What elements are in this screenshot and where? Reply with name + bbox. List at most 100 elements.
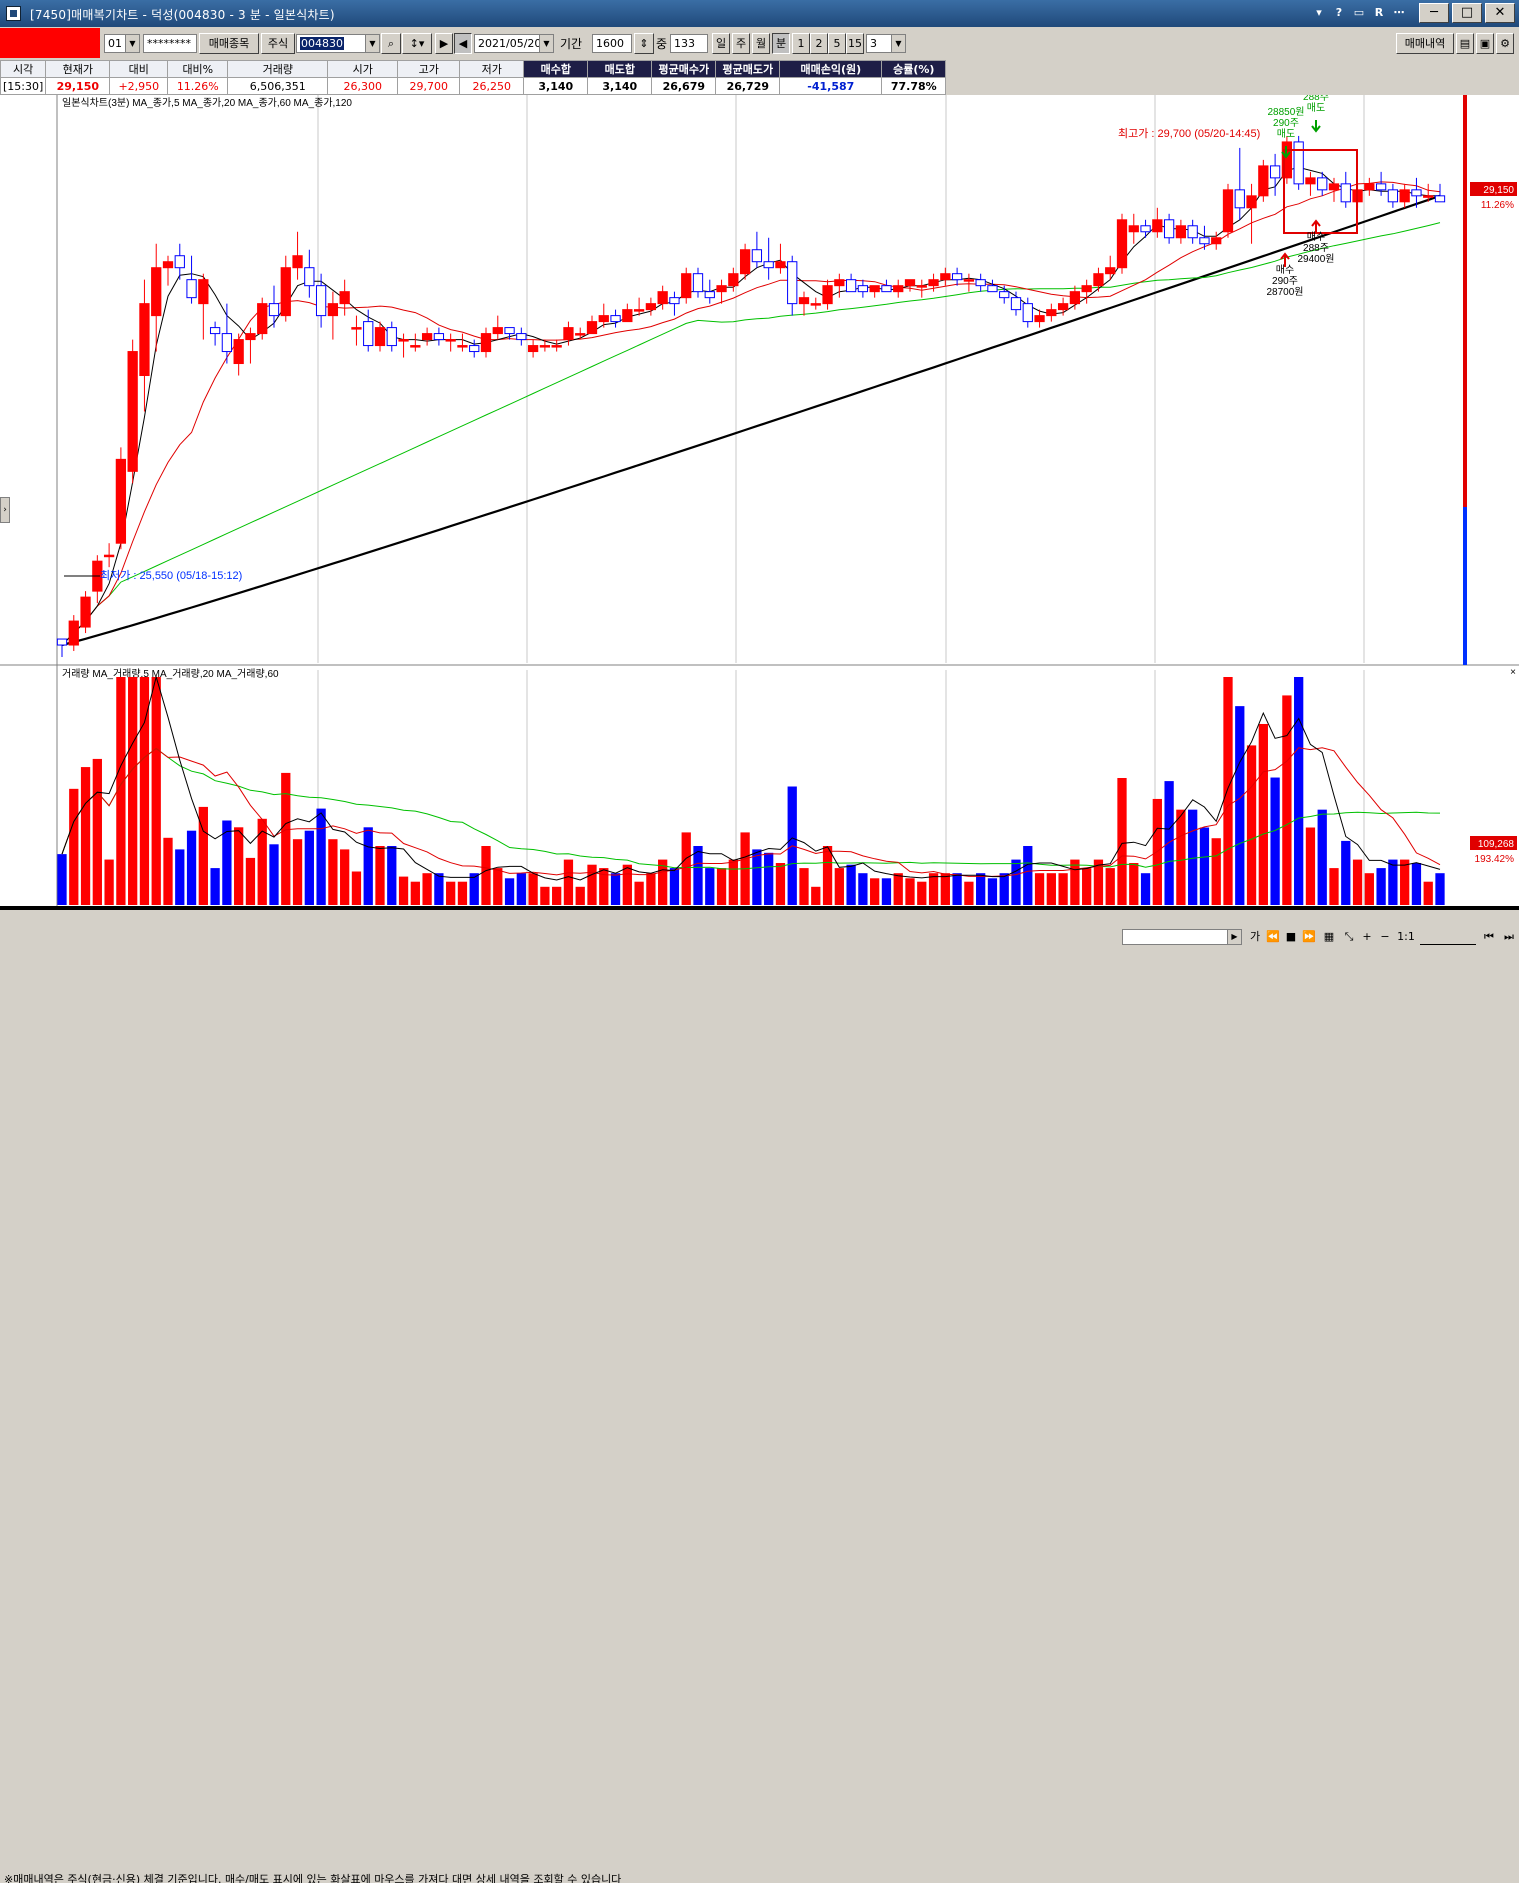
volume-bar — [917, 881, 927, 905]
stock-code-input[interactable]: 004830 ▼ — [296, 34, 380, 53]
vol-pct-label: 193.42% — [1475, 854, 1515, 865]
volume-bar — [151, 677, 161, 905]
x-axis-bar — [0, 906, 1519, 924]
volume-bar — [1411, 863, 1422, 905]
candle-body — [575, 333, 586, 336]
price-volume-chart[interactable]: 5/20101112131415최고가 : 29,700 (05/20-14:4… — [0, 92, 1519, 924]
candle-body — [304, 267, 315, 287]
period-button-5[interactable]: 5 — [828, 33, 846, 54]
volume-bar — [1011, 859, 1021, 905]
trade-annotation-text: 28850원 — [1267, 106, 1304, 118]
sort-icon[interactable]: ↕▾ — [402, 33, 432, 54]
expand-panel-button[interactable]: › — [0, 497, 10, 523]
volume-bar — [646, 873, 656, 905]
search-icon[interactable]: ⌕ — [381, 33, 401, 54]
zoom-in-icon[interactable]: + — [1358, 929, 1376, 945]
volume-bar — [693, 846, 703, 905]
first-page-icon[interactable]: ⏮ — [1480, 929, 1498, 945]
market-select[interactable]: 주식 — [261, 33, 295, 54]
candle-body — [975, 279, 986, 287]
close-button[interactable]: ✕ — [1485, 3, 1515, 23]
folder-icon[interactable]: ▤ — [1456, 33, 1474, 54]
zoom-slider[interactable] — [1420, 929, 1476, 945]
grid-icon[interactable]: ▦ — [1320, 929, 1338, 945]
scroll-right-icon[interactable]: ▶ — [1227, 930, 1241, 944]
settings-icon[interactable]: ⚙ — [1496, 33, 1514, 54]
back-icon[interactable]: ◀ — [454, 33, 472, 54]
fast-forward-icon[interactable]: ⏩ — [1300, 929, 1318, 945]
last-page-icon[interactable]: ⏭ — [1500, 929, 1518, 945]
stop-icon[interactable]: ■ — [1282, 929, 1300, 945]
password-field[interactable]: ******** — [143, 34, 197, 53]
account-select[interactable]: 01 ▼ — [104, 34, 140, 53]
scale-label: 1:1 — [1397, 930, 1415, 943]
chevron-down-icon[interactable]: ▼ — [891, 35, 905, 52]
candle-body — [904, 279, 916, 287]
chevron-down-icon[interactable]: ▼ — [539, 35, 553, 52]
volume-bar — [528, 873, 538, 905]
candle-body — [351, 327, 362, 330]
volume-legend: 거래량 MA_거래량,5 MA_거래량,20 MA_거래량,60 — [62, 668, 279, 680]
candle-body — [1387, 189, 1399, 203]
trade-history-button[interactable]: 매매내역 — [1396, 33, 1454, 54]
volume-bar — [1211, 838, 1221, 905]
candle-body — [539, 345, 551, 348]
quote-header: 시각 — [0, 60, 47, 78]
candle-body — [280, 267, 291, 317]
volume-bar — [940, 873, 950, 905]
pin-icon[interactable]: ▾ — [1311, 4, 1327, 22]
period-button-15[interactable]: 15 — [846, 33, 864, 54]
volume-bar — [575, 886, 585, 905]
candle-body — [103, 554, 115, 558]
zoom-auto-icon[interactable]: ⤡ — [1340, 929, 1358, 945]
date-picker[interactable]: 2021/05/20 ▼ — [474, 34, 554, 53]
more-icon[interactable]: ⋯ — [1391, 4, 1407, 22]
candle-body — [363, 321, 374, 347]
period-button-월[interactable]: 월 — [752, 33, 770, 54]
candle-body — [139, 303, 150, 377]
period-button-일[interactable]: 일 — [712, 33, 730, 54]
zoom-out-icon[interactable]: − — [1376, 929, 1394, 945]
trade-stock-button[interactable]: 매매종목 — [199, 33, 259, 54]
maximize-button[interactable]: □ — [1452, 3, 1482, 23]
minimize-button[interactable]: ─ — [1419, 3, 1449, 23]
candle-body — [221, 333, 233, 353]
candle-body — [115, 458, 127, 544]
fast-back-icon[interactable]: ⏪ — [1264, 929, 1282, 945]
restore-layout-icon[interactable]: ▭ — [1351, 4, 1367, 22]
period-input[interactable]: 1600 — [592, 34, 632, 53]
low-price-note: 최저가 : 25,550 (05/18-15:12) — [100, 569, 242, 582]
volume-bar — [269, 844, 279, 905]
price-label: 29,150 — [1483, 185, 1514, 196]
volume-bar — [1070, 859, 1080, 905]
spin-icon[interactable]: ⇕ — [634, 33, 654, 54]
trade-annotation-text: 288주 — [1303, 95, 1329, 103]
period-button-주[interactable]: 주 — [732, 33, 750, 54]
candle-body — [610, 315, 621, 323]
volume-bar — [716, 868, 727, 905]
candle-body — [516, 333, 527, 341]
save-icon[interactable]: ▣ — [1476, 33, 1494, 54]
refresh-icon[interactable]: R — [1371, 4, 1387, 22]
help-icon[interactable]: ? — [1331, 4, 1347, 22]
horizontal-scrollbar[interactable]: ▶ — [1122, 929, 1242, 945]
candle-body — [645, 303, 657, 311]
candle-body — [315, 285, 327, 317]
period-button-분[interactable]: 분 — [772, 33, 790, 54]
period-button-2[interactable]: 2 — [810, 33, 828, 54]
text-icon[interactable]: 가 — [1246, 929, 1264, 945]
candle-body — [374, 327, 386, 347]
period-button-1[interactable]: 1 — [792, 33, 810, 54]
volume-bar — [1235, 706, 1245, 905]
play-icon[interactable]: ▶ — [435, 33, 453, 54]
candle-body — [586, 321, 598, 335]
chart-area[interactable]: 5/20101112131415최고가 : 29,700 (05/20-14:4… — [0, 92, 1519, 924]
volume-bar — [1140, 873, 1151, 905]
chevron-down-icon[interactable]: ▼ — [125, 35, 139, 52]
volume-bar — [457, 881, 468, 905]
volume-bar — [481, 846, 491, 905]
chevron-down-icon[interactable]: ▼ — [365, 35, 379, 52]
minute-select[interactable]: 3 ▼ — [866, 34, 906, 53]
count-input[interactable]: 133 — [670, 34, 708, 53]
volume-bar — [292, 839, 303, 905]
